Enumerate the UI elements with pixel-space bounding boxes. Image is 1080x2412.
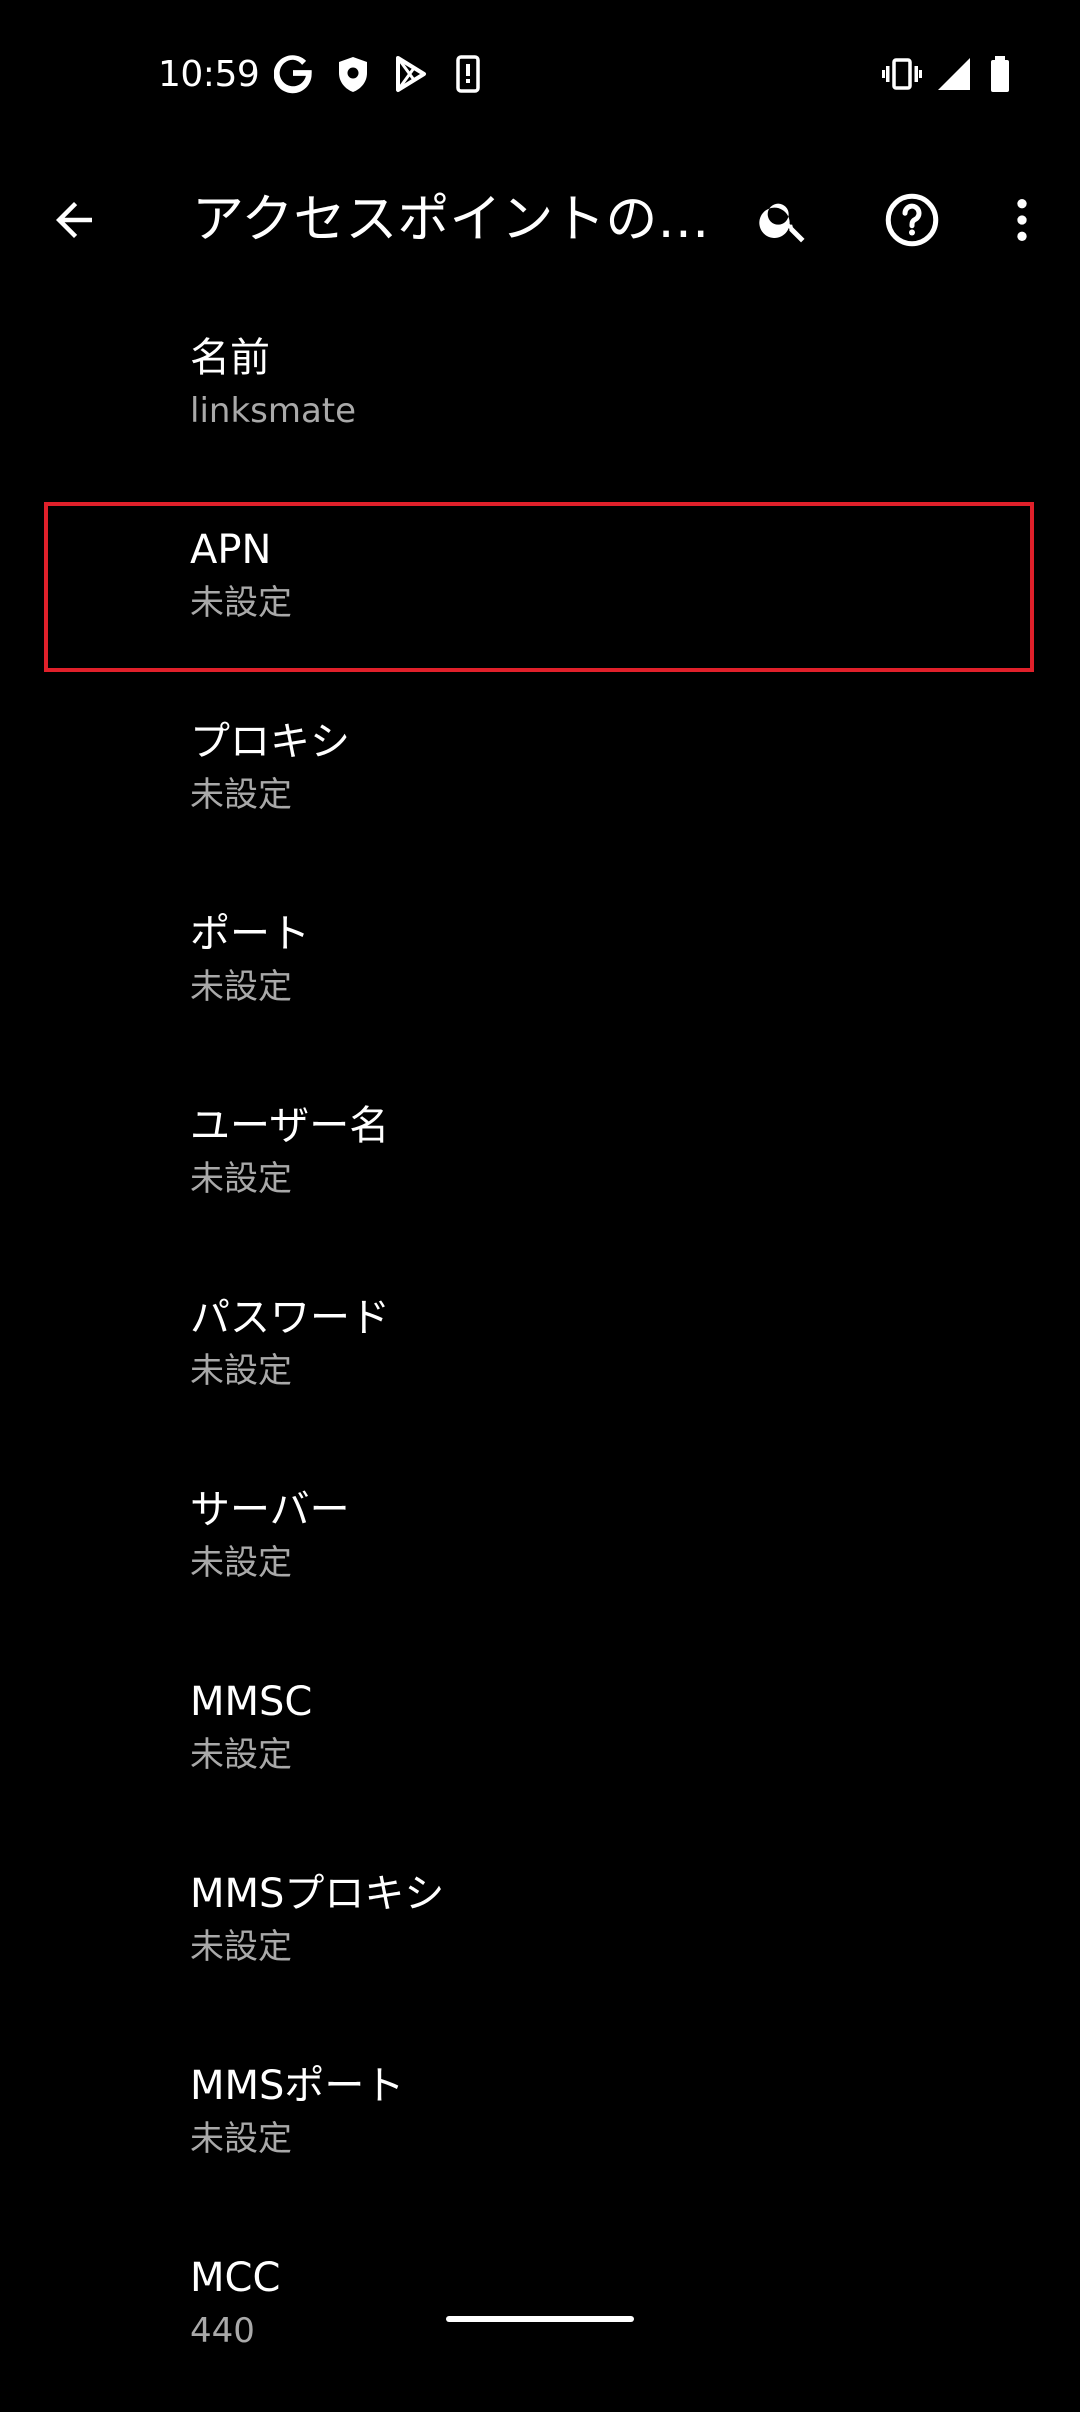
pref-title: MMSポート	[190, 2063, 405, 2109]
play-store-icon	[396, 56, 426, 92]
pref-summary: 未設定	[190, 1735, 292, 1775]
status-bar: 10:59	[0, 0, 1080, 150]
vibrate-icon	[882, 58, 922, 90]
pref-item-mms-port[interactable]: MMSポート 未設定	[0, 2028, 1080, 2220]
search-button[interactable]	[736, 172, 832, 268]
pref-summary: 未設定	[190, 1543, 292, 1583]
pref-title: MCC	[190, 2255, 281, 2301]
app-bar: アクセスポイントの…	[0, 150, 1080, 290]
search-icon	[759, 203, 805, 243]
pref-title: MMSC	[190, 1679, 313, 1725]
phone-alert-icon	[456, 55, 480, 93]
pref-title: 名前	[190, 335, 270, 381]
pref-item-password[interactable]: パスワード 未設定	[0, 1260, 1080, 1452]
pref-item-port[interactable]: ポート 未設定	[0, 876, 1080, 1068]
help-button[interactable]	[864, 172, 960, 268]
pref-title: サーバー	[190, 1487, 350, 1533]
pref-item-apn[interactable]: APN 未設定	[0, 492, 1080, 684]
pref-summary: 未設定	[190, 775, 292, 815]
more-options-button[interactable]	[974, 172, 1070, 268]
more-vert-icon	[1017, 199, 1027, 241]
signal-icon	[938, 58, 970, 90]
pref-summary: 未設定	[190, 1927, 292, 1967]
back-arrow-icon	[56, 202, 92, 238]
pref-summary: 未設定	[190, 1159, 292, 1199]
pref-item-name[interactable]: 名前 linksmate	[0, 300, 1080, 492]
pref-title: ポート	[190, 911, 310, 957]
back-button[interactable]	[26, 172, 122, 268]
status-time: 10:59	[158, 54, 260, 95]
pref-title: APN	[190, 527, 272, 573]
pref-title: プロキシ	[190, 719, 350, 765]
page-title: アクセスポイントの…	[192, 190, 710, 250]
pref-item-mmsc[interactable]: MMSC 未設定	[0, 1644, 1080, 1836]
pref-summary: 未設定	[190, 967, 292, 1007]
pref-summary: linksmate	[190, 391, 357, 431]
pref-item-username[interactable]: ユーザー名 未設定	[0, 1068, 1080, 1260]
gesture-nav-handle[interactable]	[446, 2316, 634, 2322]
pref-item-server[interactable]: サーバー 未設定	[0, 1452, 1080, 1644]
battery-icon	[991, 56, 1009, 92]
pref-item-proxy[interactable]: プロキシ 未設定	[0, 684, 1080, 876]
pref-summary: 未設定	[190, 1351, 292, 1391]
pref-summary: 未設定	[190, 2119, 292, 2159]
pref-item-mms-proxy[interactable]: MMSプロキシ 未設定	[0, 1836, 1080, 2028]
pref-title: パスワード	[190, 1295, 390, 1341]
pref-summary: 未設定	[190, 583, 292, 623]
pref-summary: 440	[190, 2311, 255, 2351]
shield-icon	[339, 57, 367, 92]
pref-title: MMSプロキシ	[190, 1871, 445, 1917]
google-icon	[274, 55, 312, 94]
help-icon	[885, 193, 939, 247]
pref-title: ユーザー名	[190, 1103, 390, 1149]
